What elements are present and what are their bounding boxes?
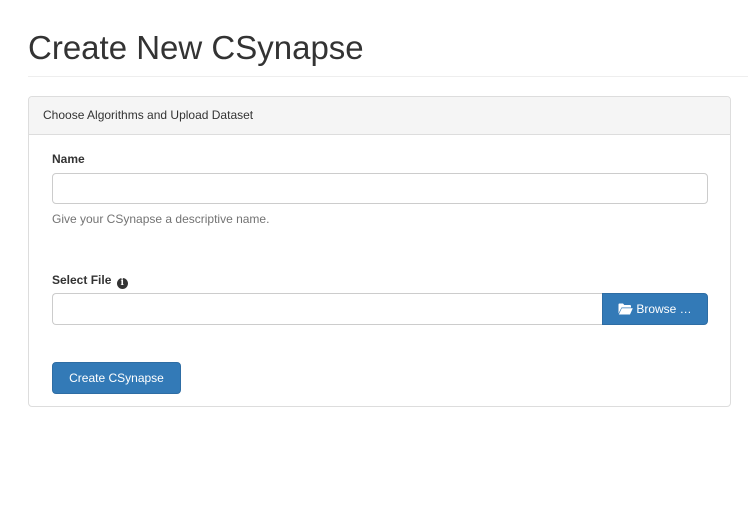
browse-button[interactable]: Browse … <box>602 293 708 325</box>
file-path-input[interactable] <box>52 293 603 325</box>
name-input[interactable] <box>52 173 708 204</box>
name-label: Name <box>52 152 85 166</box>
select-file-label-group: Select File i <box>52 273 128 289</box>
info-circle-icon[interactable]: i <box>116 278 128 289</box>
page-header: Create New CSynapse <box>28 0 748 77</box>
panel-heading: Choose Algorithms and Upload Dataset <box>29 97 730 135</box>
file-input-group: Browse … <box>52 293 708 325</box>
name-help-text: Give your CSynapse a descriptive name. <box>52 212 270 226</box>
select-file-label: Select File <box>52 273 112 287</box>
folder-open-icon <box>618 303 634 315</box>
browse-label: Browse … <box>636 302 692 316</box>
page-title: Create New CSynapse <box>28 29 364 66</box>
create-csynapse-button[interactable]: Create CSynapse <box>52 362 181 394</box>
create-form-panel: Choose Algorithms and Upload Dataset Nam… <box>28 96 731 407</box>
